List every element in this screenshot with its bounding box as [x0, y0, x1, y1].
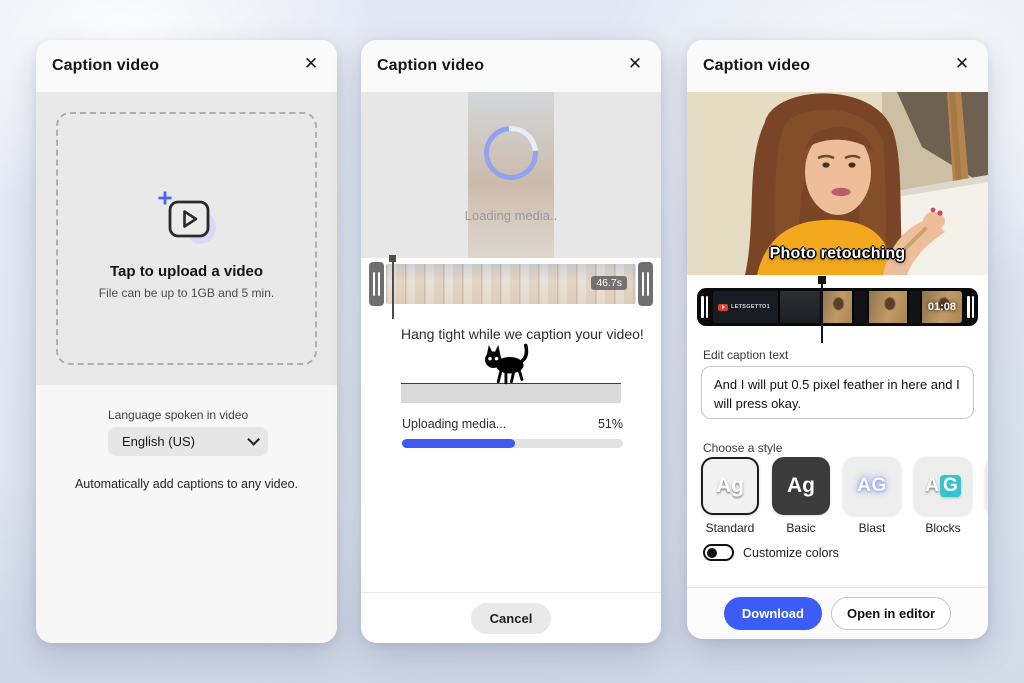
captioning-headline: Hang tight while we caption your video! [401, 326, 644, 342]
filmstrip-segment [907, 291, 920, 323]
walking-cat-icon [474, 341, 542, 390]
trim-handle-left[interactable] [701, 296, 710, 318]
upload-settings: Language spoken in video English (US) Au… [36, 385, 337, 643]
page-title: Caption video [52, 57, 160, 74]
language-value: English (US) [122, 434, 195, 449]
upload-zone: Tap to upload a video File can be up to … [36, 92, 337, 385]
edit-caption-label: Edit caption text [703, 348, 789, 362]
loading-text: Loading media.. [464, 208, 558, 223]
progress-bar [402, 439, 623, 448]
filmstrip[interactable]: LETSGETTO1 [713, 291, 962, 323]
style-label-blocks: Blocks [925, 521, 961, 535]
style-options: Ag Standard Ag Basic AG Blast AG Blocks [701, 457, 988, 535]
upload-prompt: Tap to upload a video File can be up to … [36, 190, 337, 300]
duration-badge: 01:08 [927, 301, 956, 313]
youtube-icon [718, 303, 728, 311]
video-frame: Photo retouching [687, 92, 988, 275]
page-title: Caption video [703, 57, 811, 74]
style-tile-basic[interactable]: Ag [772, 457, 830, 515]
playhead[interactable] [817, 276, 826, 343]
panel-footer: Download Open in editor [687, 587, 988, 639]
caption-video-edit-panel: Caption video ✕ Photo retouching LETSGET… [687, 40, 988, 639]
style-option-partial [985, 457, 988, 535]
toggle-knob [707, 547, 717, 558]
trim-handle-right[interactable] [638, 262, 653, 306]
upload-status-row: Uploading media... 51% [402, 417, 623, 431]
close-icon[interactable]: ✕ [948, 50, 976, 78]
style-glyph: A [925, 475, 939, 496]
open-in-editor-button[interactable]: Open in editor [830, 597, 952, 630]
panel-footer: Cancel [361, 592, 661, 643]
style-label-blast: Blast [858, 521, 886, 535]
style-option-basic: Ag Basic [772, 457, 830, 535]
upload-percent: 51% [597, 417, 623, 431]
upload-video-icon [156, 191, 218, 250]
style-tile-blocks[interactable]: AG [914, 457, 972, 515]
burned-in-caption: Photo retouching [769, 245, 906, 262]
timeline: LETSGETTO1 01:08 [697, 276, 978, 343]
style-glyph: AG [857, 475, 887, 496]
close-icon[interactable]: ✕ [621, 50, 649, 78]
page-title: Caption video [377, 57, 485, 74]
style-label-basic: Basic [786, 521, 816, 535]
style-glyph: G [939, 475, 961, 497]
filmstrip-segment [777, 291, 821, 323]
upload-footnote: Automatically add captions to any video. [74, 477, 299, 491]
filmstrip-segment [852, 291, 868, 323]
style-label-standard: Standard [705, 521, 755, 535]
duration-badge: 46.7s [591, 276, 627, 290]
trim-handle-left[interactable] [369, 262, 384, 306]
upload-status-label: Uploading media... [402, 417, 507, 431]
watermark-text: LETSGETTO1 [731, 304, 770, 310]
cancel-button[interactable]: Cancel [470, 602, 552, 634]
download-button[interactable]: Download [723, 597, 822, 630]
caption-text-input[interactable]: And I will put 0.5 pixel feather in here… [701, 366, 974, 419]
language-label: Language spoken in video [108, 408, 249, 422]
style-option-blast: AG Blast [843, 457, 901, 535]
language-select[interactable]: English (US) [108, 427, 268, 456]
customize-colors-toggle[interactable] [703, 544, 734, 561]
upload-headline: Tap to upload a video [109, 263, 264, 280]
timeline: 46.7s [369, 255, 653, 319]
style-tile-blast[interactable]: AG [843, 457, 901, 515]
customize-colors-row: Customize colors [703, 544, 839, 561]
filmstrip-segment [867, 291, 908, 323]
close-icon[interactable]: ✕ [297, 50, 325, 78]
filmstrip-segment: LETSGETTO1 [713, 291, 778, 323]
playhead[interactable] [389, 255, 397, 319]
style-glyph: Ag [716, 474, 744, 497]
trim-handle-right[interactable] [965, 296, 974, 318]
upload-subtext: File can be up to 1GB and 5 min. [98, 286, 275, 300]
progress-bar-fill [402, 439, 515, 448]
caption-video-progress-panel: Caption video ✕ Loading media.. 46.7s Ha… [361, 40, 661, 643]
panel-header: Caption video [36, 40, 337, 92]
style-tile-standard[interactable]: Ag [701, 457, 759, 515]
chevron-down-icon [247, 433, 260, 446]
customize-colors-label: Customize colors [743, 545, 839, 560]
panel-header: Caption video [361, 40, 661, 92]
style-option-standard: Ag Standard [701, 457, 759, 535]
panel-header: Caption video [687, 40, 988, 92]
style-option-blocks: AG Blocks [914, 457, 972, 535]
video-preview: Loading media.. [361, 92, 661, 258]
caption-video-upload-panel: Caption video ✕ Tap to upload a video Fi… [36, 40, 337, 643]
choose-style-label: Choose a style [703, 441, 783, 455]
style-tile-partial[interactable] [985, 457, 988, 515]
style-glyph: Ag [787, 474, 815, 497]
